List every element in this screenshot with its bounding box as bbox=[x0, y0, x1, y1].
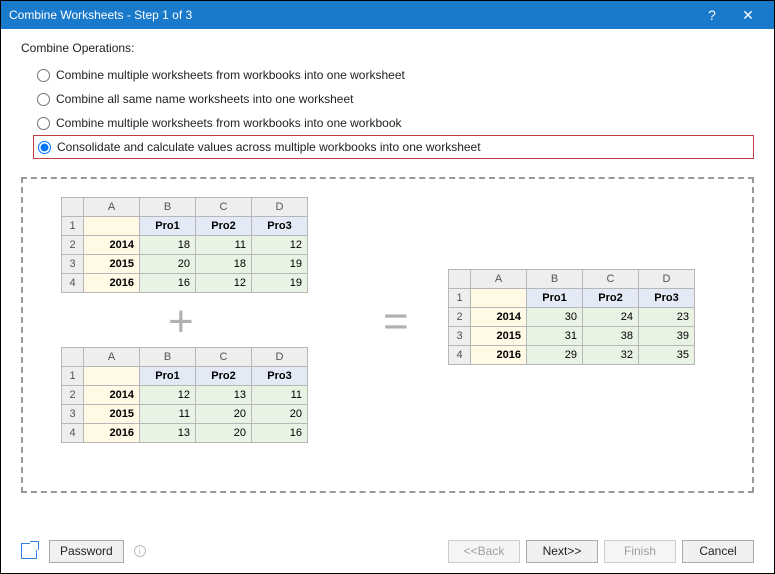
option-label: Consolidate and calculate values across … bbox=[57, 140, 481, 154]
window-title: Combine Worksheets - Step 1 of 3 bbox=[9, 8, 694, 22]
radio-input[interactable] bbox=[38, 141, 51, 154]
option-label: Combine all same name worksheets into on… bbox=[56, 92, 353, 106]
close-button[interactable]: ✕ bbox=[730, 7, 766, 24]
option-combine-into-one-worksheet[interactable]: Combine multiple worksheets from workboo… bbox=[33, 63, 754, 87]
equals-icon: = bbox=[383, 297, 397, 347]
option-label: Combine multiple worksheets from workboo… bbox=[56, 68, 405, 82]
radio-input[interactable] bbox=[37, 69, 50, 82]
footer-bar: Password i <<Back Next>> Finish Cancel bbox=[1, 529, 774, 573]
option-consolidate-calculate[interactable]: Consolidate and calculate values across … bbox=[33, 135, 754, 159]
preview-sheet-1: ABCD 1Pro1Pro2Pro3 22014181112 320152018… bbox=[61, 197, 308, 293]
option-label: Combine multiple worksheets from workboo… bbox=[56, 116, 402, 130]
radio-group: Combine multiple worksheets from workboo… bbox=[21, 63, 754, 159]
radio-input[interactable] bbox=[37, 117, 50, 130]
finish-button: Finish bbox=[604, 540, 676, 563]
help-button[interactable]: ? bbox=[694, 7, 730, 23]
cancel-button[interactable]: Cancel bbox=[682, 540, 754, 563]
plus-icon: + bbox=[168, 297, 194, 347]
back-button: <<Back bbox=[448, 540, 520, 563]
section-label: Combine Operations: bbox=[21, 41, 754, 55]
info-icon[interactable]: i bbox=[134, 545, 146, 557]
content-area: Combine Operations: Combine multiple wor… bbox=[1, 29, 774, 493]
dialog-window: Combine Worksheets - Step 1 of 3 ? ✕ Com… bbox=[0, 0, 775, 574]
preview-result-sheet: ABCD 1Pro1Pro2Pro3 22014302423 320153138… bbox=[448, 269, 695, 365]
password-button[interactable]: Password bbox=[49, 540, 124, 563]
option-into-one-workbook[interactable]: Combine multiple worksheets from workboo… bbox=[33, 111, 754, 135]
option-same-name-worksheets[interactable]: Combine all same name worksheets into on… bbox=[33, 87, 754, 111]
preview-sheet-2: ABCD 1Pro1Pro2Pro3 22014121311 320151120… bbox=[61, 347, 308, 443]
next-button[interactable]: Next>> bbox=[526, 540, 598, 563]
external-link-icon[interactable] bbox=[21, 543, 37, 559]
preview-illustration: ABCD 1Pro1Pro2Pro3 22014181112 320152018… bbox=[21, 177, 754, 493]
radio-input[interactable] bbox=[37, 93, 50, 106]
titlebar: Combine Worksheets - Step 1 of 3 ? ✕ bbox=[1, 1, 774, 29]
